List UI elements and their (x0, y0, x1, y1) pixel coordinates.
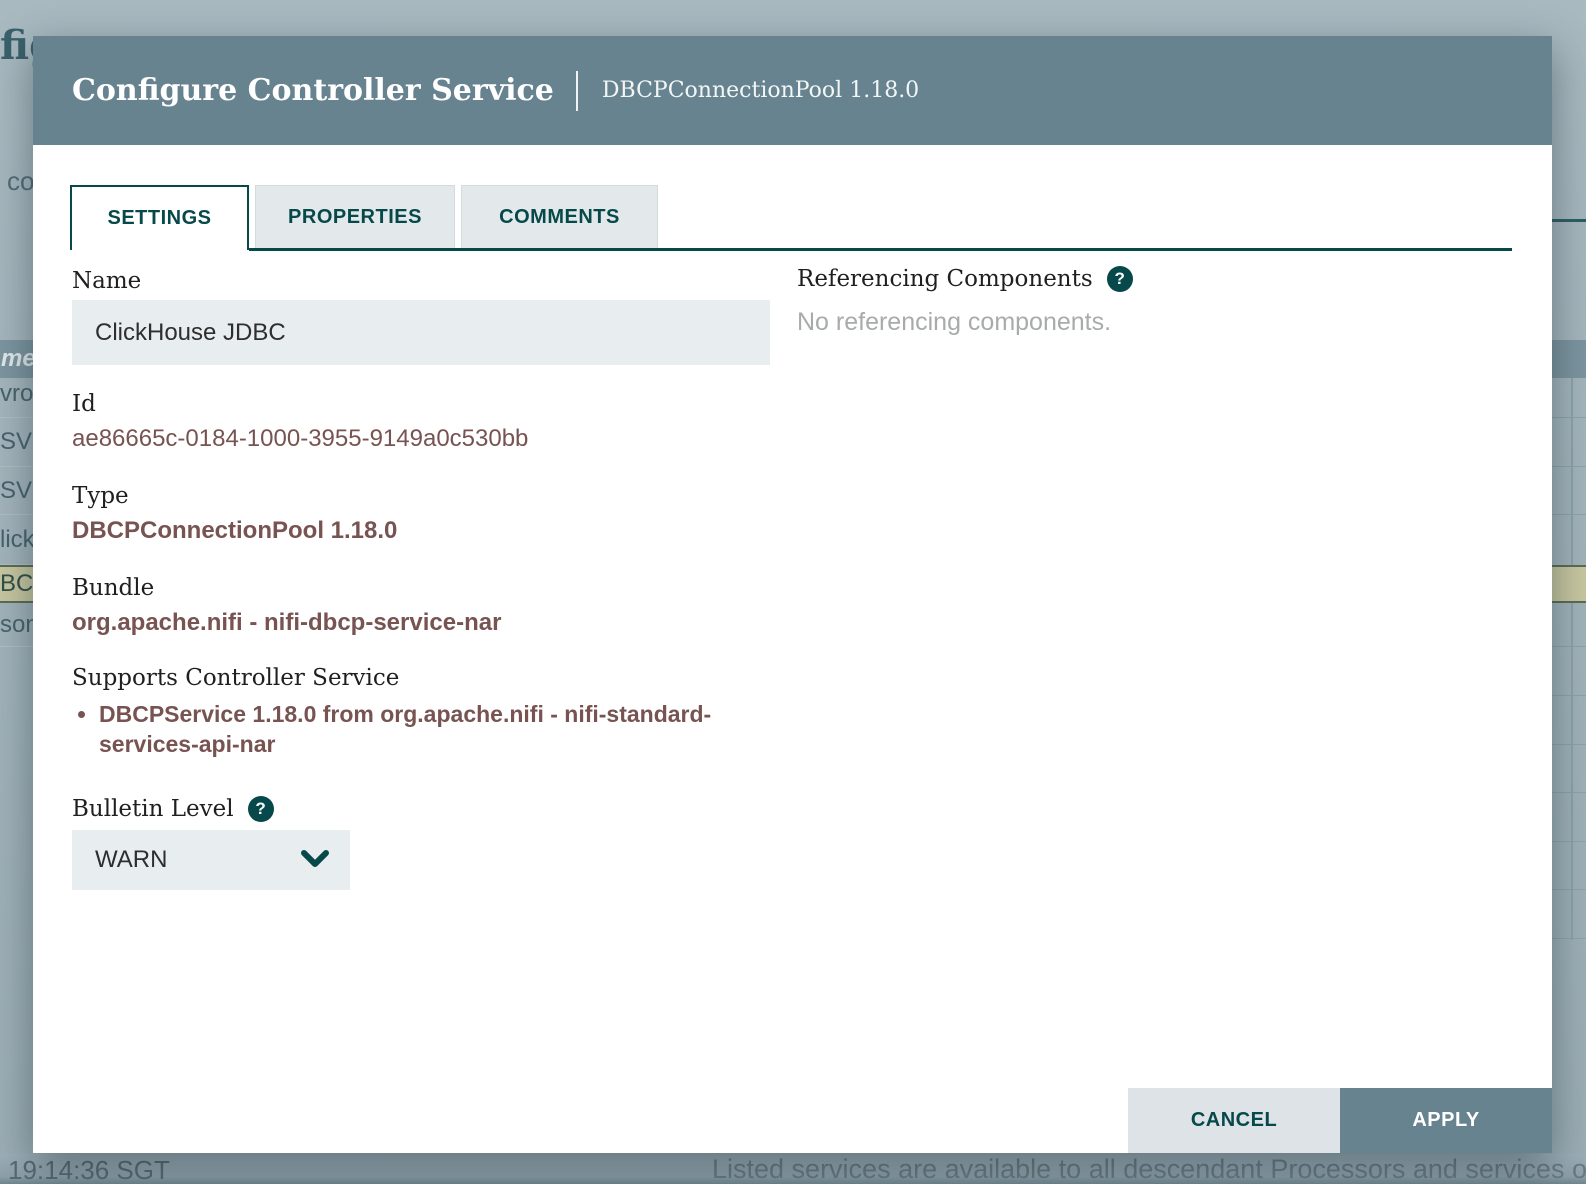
table-row: vro (0, 370, 33, 418)
table-row: lick (0, 515, 33, 565)
help-icon[interactable]: ? (248, 796, 274, 822)
dialog-subtitle: DBCPConnectionPool 1.18.0 (576, 71, 919, 111)
tab-settings[interactable]: SETTINGS (70, 185, 249, 250)
referencing-components-label: Referencing Components (797, 266, 1093, 292)
dimmed-background-overlay: fig co me vro SVF SVF lick BCI son 19:14… (0, 0, 1586, 1184)
supports-controller-service-label: Supports Controller Service (72, 665, 399, 691)
dialog-tabs: SETTINGS PROPERTIES COMMENTS (70, 185, 658, 250)
apply-button[interactable]: APPLY (1340, 1088, 1552, 1153)
background-grid-line (1571, 378, 1573, 940)
id-value: ae86665c-0184-1000-3955-9149a0c530bb (72, 425, 528, 453)
type-label: Type (72, 483, 129, 509)
table-row-selected: BCI (0, 565, 33, 603)
background-left-strip: fig co me vro SVF SVF lick BCI son (0, 0, 33, 1184)
dialog-title: Configure Controller Service (72, 73, 554, 108)
bulletin-level-row: Bulletin Level ? (72, 796, 274, 822)
supported-services-list: DBCPService 1.18.0 from org.apache.nifi … (99, 699, 759, 759)
no-referencing-components-text: No referencing components. (797, 308, 1111, 337)
background-tab-fragment: co (7, 166, 34, 197)
clock-timestamp: 19:14:36 SGT (8, 1155, 170, 1184)
bulletin-level-dropdown[interactable]: WARN (72, 830, 350, 890)
tab-underline (249, 248, 1512, 251)
cancel-button[interactable]: CANCEL (1128, 1088, 1340, 1153)
bundle-label: Bundle (72, 575, 154, 601)
tab-properties[interactable]: PROPERTIES (255, 185, 455, 250)
background-table-header (1552, 340, 1586, 378)
background-tab-underline (1552, 219, 1586, 222)
bundle-value: org.apache.nifi - nifi-dbcp-service-nar (72, 609, 501, 637)
type-value: DBCPConnectionPool 1.18.0 (72, 517, 397, 545)
table-row: SVF (0, 418, 33, 467)
tab-comments[interactable]: COMMENTS (461, 185, 658, 250)
referencing-components-row: Referencing Components ? (797, 266, 1133, 292)
configure-controller-service-dialog: Configure Controller Service DBCPConnect… (33, 36, 1552, 1153)
bulletin-level-value: WARN (95, 830, 167, 890)
background-bottom-strip: 19:14:36 SGT Listed services are availab… (0, 1154, 1586, 1184)
help-icon[interactable]: ? (1107, 266, 1133, 292)
background-right-strip (1552, 0, 1586, 1184)
name-label: Name (72, 268, 141, 294)
table-row-selected (1552, 565, 1586, 603)
services-availability-note: Listed services are available to all des… (712, 1154, 1586, 1184)
chevron-down-icon (300, 847, 330, 871)
dialog-header: Configure Controller Service DBCPConnect… (33, 36, 1552, 145)
name-input[interactable] (72, 300, 770, 365)
table-row: son (0, 603, 33, 647)
id-label: Id (72, 391, 96, 417)
table-row: SVF (0, 467, 33, 515)
supported-service-item: DBCPService 1.18.0 from org.apache.nifi … (99, 699, 759, 759)
bulletin-level-label: Bulletin Level (72, 796, 234, 822)
